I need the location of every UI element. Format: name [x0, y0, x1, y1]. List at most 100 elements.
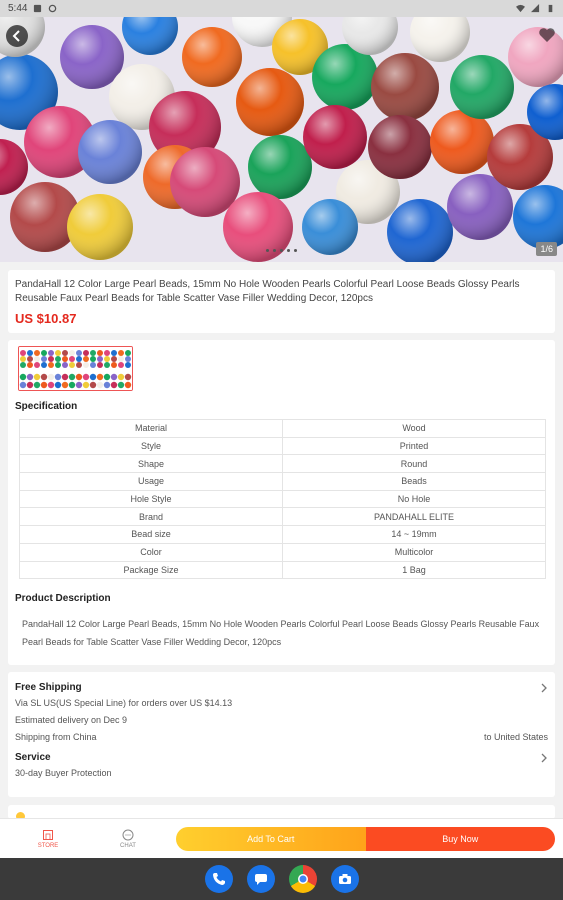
- thumbnail-bead: [55, 362, 61, 368]
- heart-icon[interactable]: [537, 25, 557, 45]
- shipping-heading: Free Shipping: [15, 682, 82, 693]
- service-row[interactable]: Service: [15, 752, 548, 763]
- messages-app-icon[interactable]: [246, 865, 275, 893]
- pearl-bead-shine: [430, 110, 494, 174]
- thumbnail-bead: [27, 350, 33, 356]
- thumbnail-bead: [103, 381, 111, 389]
- chat-button[interactable]: CHAT: [88, 829, 168, 849]
- description-heading: Product Description: [15, 593, 111, 605]
- thumbnail-bead: [96, 381, 104, 389]
- thumbnail-bead: [97, 362, 103, 368]
- thumbnail-bead: [90, 350, 96, 356]
- product-image-pearl-beads: [0, 17, 563, 262]
- spec-value: Printed: [282, 436, 546, 456]
- thumbnail-bead: [82, 373, 90, 381]
- spec-value: Multicolor: [282, 542, 546, 562]
- spec-row: Shape Round: [19, 454, 546, 474]
- status-time: 5:44: [8, 3, 28, 14]
- thumbnail-bead: [69, 350, 75, 356]
- thumbnail-bead: [117, 373, 125, 381]
- thumbnail-bead: [62, 362, 68, 368]
- thumbnail-bead: [111, 350, 117, 356]
- thumbnail-bead: [117, 381, 125, 389]
- thumbnail-bead: [20, 350, 26, 356]
- shipping-method: Via SL US(US Special Line) for orders ov…: [15, 698, 233, 708]
- spec-name: Style: [19, 436, 283, 456]
- thumbnail-bead: [41, 362, 47, 368]
- store-button[interactable]: STORE: [8, 829, 88, 849]
- thumbnail-bead: [40, 373, 48, 381]
- product-price: US $10.87: [15, 311, 77, 326]
- thumbnail-bead: [26, 381, 34, 389]
- shipping-to: to United States: [483, 732, 548, 742]
- camera-app-icon[interactable]: [330, 865, 359, 893]
- gallery-page-indicator: 1/6: [536, 242, 557, 256]
- thumbnail-bead: [61, 373, 69, 381]
- spec-name: Hole Style: [19, 489, 283, 509]
- wifi-icon: [516, 4, 525, 13]
- pearl-bead-shine: [248, 135, 312, 199]
- thumbnail-bead: [69, 362, 75, 368]
- thumbnail-bead: [68, 373, 76, 381]
- thumbnail-bead: [89, 373, 97, 381]
- chat-icon: [122, 829, 134, 840]
- thumbnail-bead: [124, 381, 132, 389]
- spec-name: Bead size: [19, 525, 283, 544]
- thumbnail-bead: [54, 381, 62, 389]
- gallery-dots: [0, 249, 563, 252]
- back-button[interactable]: [6, 25, 28, 47]
- product-image-gallery[interactable]: 1/6: [0, 17, 563, 262]
- thumbnail-bead: [124, 373, 132, 381]
- thumbnail-bead: [69, 356, 75, 362]
- chevron-right-icon[interactable]: [540, 753, 548, 763]
- thumbnail-bead: [103, 373, 111, 381]
- thumbnail-bead: [104, 362, 110, 368]
- spec-value: 1 Bag: [282, 560, 546, 580]
- thumbnail-bead: [20, 362, 26, 368]
- pearl-bead-shine: [78, 120, 142, 184]
- gallery-dot: [287, 249, 290, 252]
- thumbnail-bead: [90, 356, 96, 362]
- specification-card: Specification Material Wood Style Printed Sh…: [8, 340, 555, 665]
- thumbnail-bead: [68, 381, 76, 389]
- signal-icon: [531, 4, 540, 13]
- shipping-card[interactable]: Free Shipping Via SL US(US Special Line)…: [8, 672, 555, 797]
- spec-value: 14 ~ 19mm: [282, 525, 546, 544]
- store-icon: [43, 829, 53, 840]
- product-title-card: PandaHall 12 Color Large Pearl Beads, 15…: [8, 270, 555, 333]
- specification-heading: Specification: [15, 401, 78, 412]
- thumbnail-bead: [34, 350, 40, 356]
- thumbnail-bead: [55, 356, 61, 362]
- thumbnail-bead: [48, 356, 54, 362]
- thumbnail-bead: [62, 356, 68, 362]
- thumbnail-bead: [40, 381, 48, 389]
- chrome-app-icon[interactable]: [288, 865, 317, 893]
- status-bar: 5:44: [0, 0, 563, 17]
- battery-icon: [548, 4, 553, 13]
- thumbnail-bead: [47, 381, 55, 389]
- phone-app-icon[interactable]: [204, 865, 233, 893]
- system-dock: [0, 858, 563, 900]
- spec-name: Brand: [19, 507, 283, 527]
- buy-now-button[interactable]: Buy Now: [365, 826, 555, 851]
- add-to-cart-button[interactable]: Add To Cart: [176, 826, 366, 851]
- thumbnail-bead: [97, 350, 103, 356]
- spec-name: Color: [19, 542, 283, 562]
- thumbnail-bead: [27, 356, 33, 362]
- thumbnail-bead: [83, 356, 89, 362]
- thumbnail-bead: [118, 362, 124, 368]
- thumbnail-bead: [33, 381, 41, 389]
- back-arrow-icon: [12, 30, 20, 42]
- spec-row: Material Wood: [19, 419, 546, 438]
- service-text: 30-day Buyer Protection: [15, 768, 112, 778]
- thumbnail-bead: [76, 350, 82, 356]
- pearl-bead-shine: [236, 68, 304, 136]
- thumbnail-bead: [48, 350, 54, 356]
- spec-name: Shape: [19, 454, 283, 474]
- thumbnail-bead: [33, 373, 41, 381]
- thumbnail-bead: [97, 356, 103, 362]
- variant-thumbnail[interactable]: [18, 346, 133, 391]
- description-text: PandaHall 12 Color Large Pearl Beads, 15…: [22, 619, 540, 648]
- spec-row: Bead size 14 ~ 19mm: [19, 525, 546, 544]
- chevron-right-icon[interactable]: [540, 683, 548, 693]
